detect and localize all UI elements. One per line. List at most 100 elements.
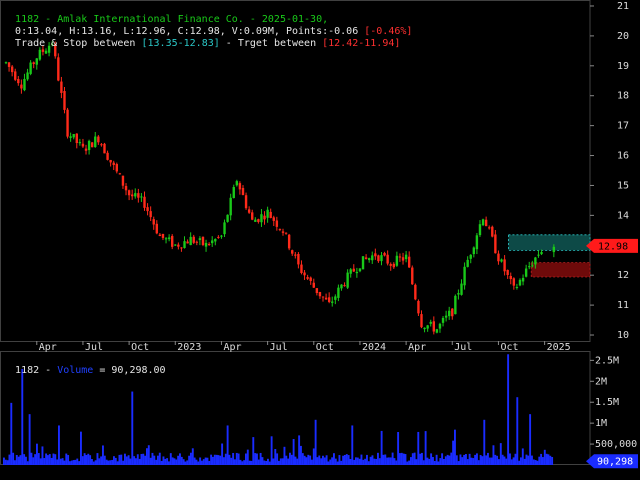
volume-bar: [446, 454, 449, 465]
candle-body: [457, 293, 460, 295]
volume-panel-label: 1182 - Volume = 90,298.00: [3, 354, 166, 376]
volume-bar: [380, 430, 383, 465]
candle-body: [324, 297, 328, 300]
volume-bar: [254, 453, 257, 465]
candle-body: [534, 257, 537, 265]
y-tick-label: 17: [617, 121, 629, 132]
volume-bar: [501, 454, 504, 465]
volume-bar: [307, 454, 310, 465]
volume-bar: [470, 457, 473, 465]
candle-body: [401, 257, 405, 261]
candle-body: [112, 162, 115, 166]
candle-body: [466, 259, 469, 267]
volume-bar: [230, 457, 233, 465]
candle-body: [189, 236, 192, 246]
volume-bar: [366, 454, 368, 465]
y-tick-label: 15: [617, 180, 629, 191]
volume-bar: [155, 459, 158, 465]
volume-bar: [48, 454, 51, 465]
candle-body: [383, 253, 386, 256]
candle-body: [235, 181, 239, 186]
y-tick-label: 20: [617, 31, 629, 42]
candle-body: [214, 239, 217, 242]
volume-symbol: 1182 -: [15, 365, 58, 376]
volume-bar: [331, 457, 334, 465]
volume-bar: [122, 460, 125, 465]
candle-body: [518, 279, 522, 286]
candle-body: [367, 258, 371, 261]
volume-bar: [290, 454, 293, 465]
y-tick-label: 19: [617, 61, 629, 72]
volume-bar: [186, 460, 189, 465]
volume-bar: [41, 446, 44, 465]
volume-bar: [215, 454, 218, 465]
volume-bar: [197, 461, 200, 465]
volume-bar: [272, 458, 275, 465]
volume-bar: [30, 452, 33, 465]
volume-bar: [116, 461, 119, 465]
candle-body: [149, 211, 152, 218]
volume-bar: [270, 436, 273, 465]
volume-bar: [70, 460, 73, 465]
volume-bar: [481, 456, 484, 465]
volume-bar: [129, 458, 132, 465]
candle-body: [177, 244, 180, 247]
volume-bar: [353, 459, 356, 465]
candle-body: [26, 72, 29, 80]
candle-body: [414, 284, 417, 300]
volume-bar: [520, 457, 522, 465]
volume-bar: [327, 461, 330, 465]
volume-bar: [281, 458, 284, 465]
volume-bar: [532, 459, 535, 465]
candle-body: [257, 219, 260, 222]
candle-body: [23, 78, 26, 91]
candle-body: [223, 222, 226, 235]
volume-bar: [362, 459, 365, 465]
candle-body: [315, 288, 319, 294]
candle-body: [460, 283, 463, 295]
candle-body: [297, 253, 300, 265]
volume-bar: [437, 461, 440, 465]
volume-bar: [147, 445, 150, 465]
candle-body: [503, 259, 506, 272]
volume-bar: [235, 452, 238, 465]
volume-bar: [345, 454, 348, 465]
candle-body: [395, 255, 399, 266]
volume-bar: [432, 457, 434, 465]
candle-body: [334, 296, 337, 300]
x-tick-label: Oct: [500, 342, 518, 353]
volume-bar: [34, 454, 37, 465]
volume-bar: [210, 454, 213, 465]
volume-bar: [10, 402, 13, 465]
volume-bar: [325, 455, 328, 465]
candle-body: [140, 196, 143, 198]
candle-body: [207, 243, 211, 246]
volume-bar: [151, 452, 154, 465]
volume-bar: [206, 457, 209, 465]
candle-body: [429, 321, 432, 324]
volume-bar: [118, 454, 121, 465]
candle-body: [352, 268, 355, 272]
volume-bar: [268, 461, 271, 465]
volume-bar: [534, 460, 537, 465]
volume-bar: [39, 458, 42, 465]
candle-body: [198, 238, 202, 241]
volume-bar: [536, 460, 539, 465]
candle-body: [78, 142, 82, 144]
volume-bar: [531, 455, 533, 465]
volume-bar: [182, 459, 185, 465]
volume-bar: [265, 460, 268, 465]
candle-body: [411, 267, 414, 285]
volume-bar: [551, 457, 554, 465]
candle-body: [143, 196, 146, 208]
volume-bar: [36, 443, 38, 465]
volume-bar: [201, 460, 203, 465]
candle-body: [481, 219, 485, 226]
candle-body: [531, 265, 534, 267]
candle-body: [69, 136, 72, 138]
volume-bar: [241, 461, 244, 465]
volume-bar: [349, 459, 352, 465]
volume-bar: [76, 458, 79, 465]
candle-body: [404, 254, 408, 260]
candle-body: [312, 282, 315, 288]
